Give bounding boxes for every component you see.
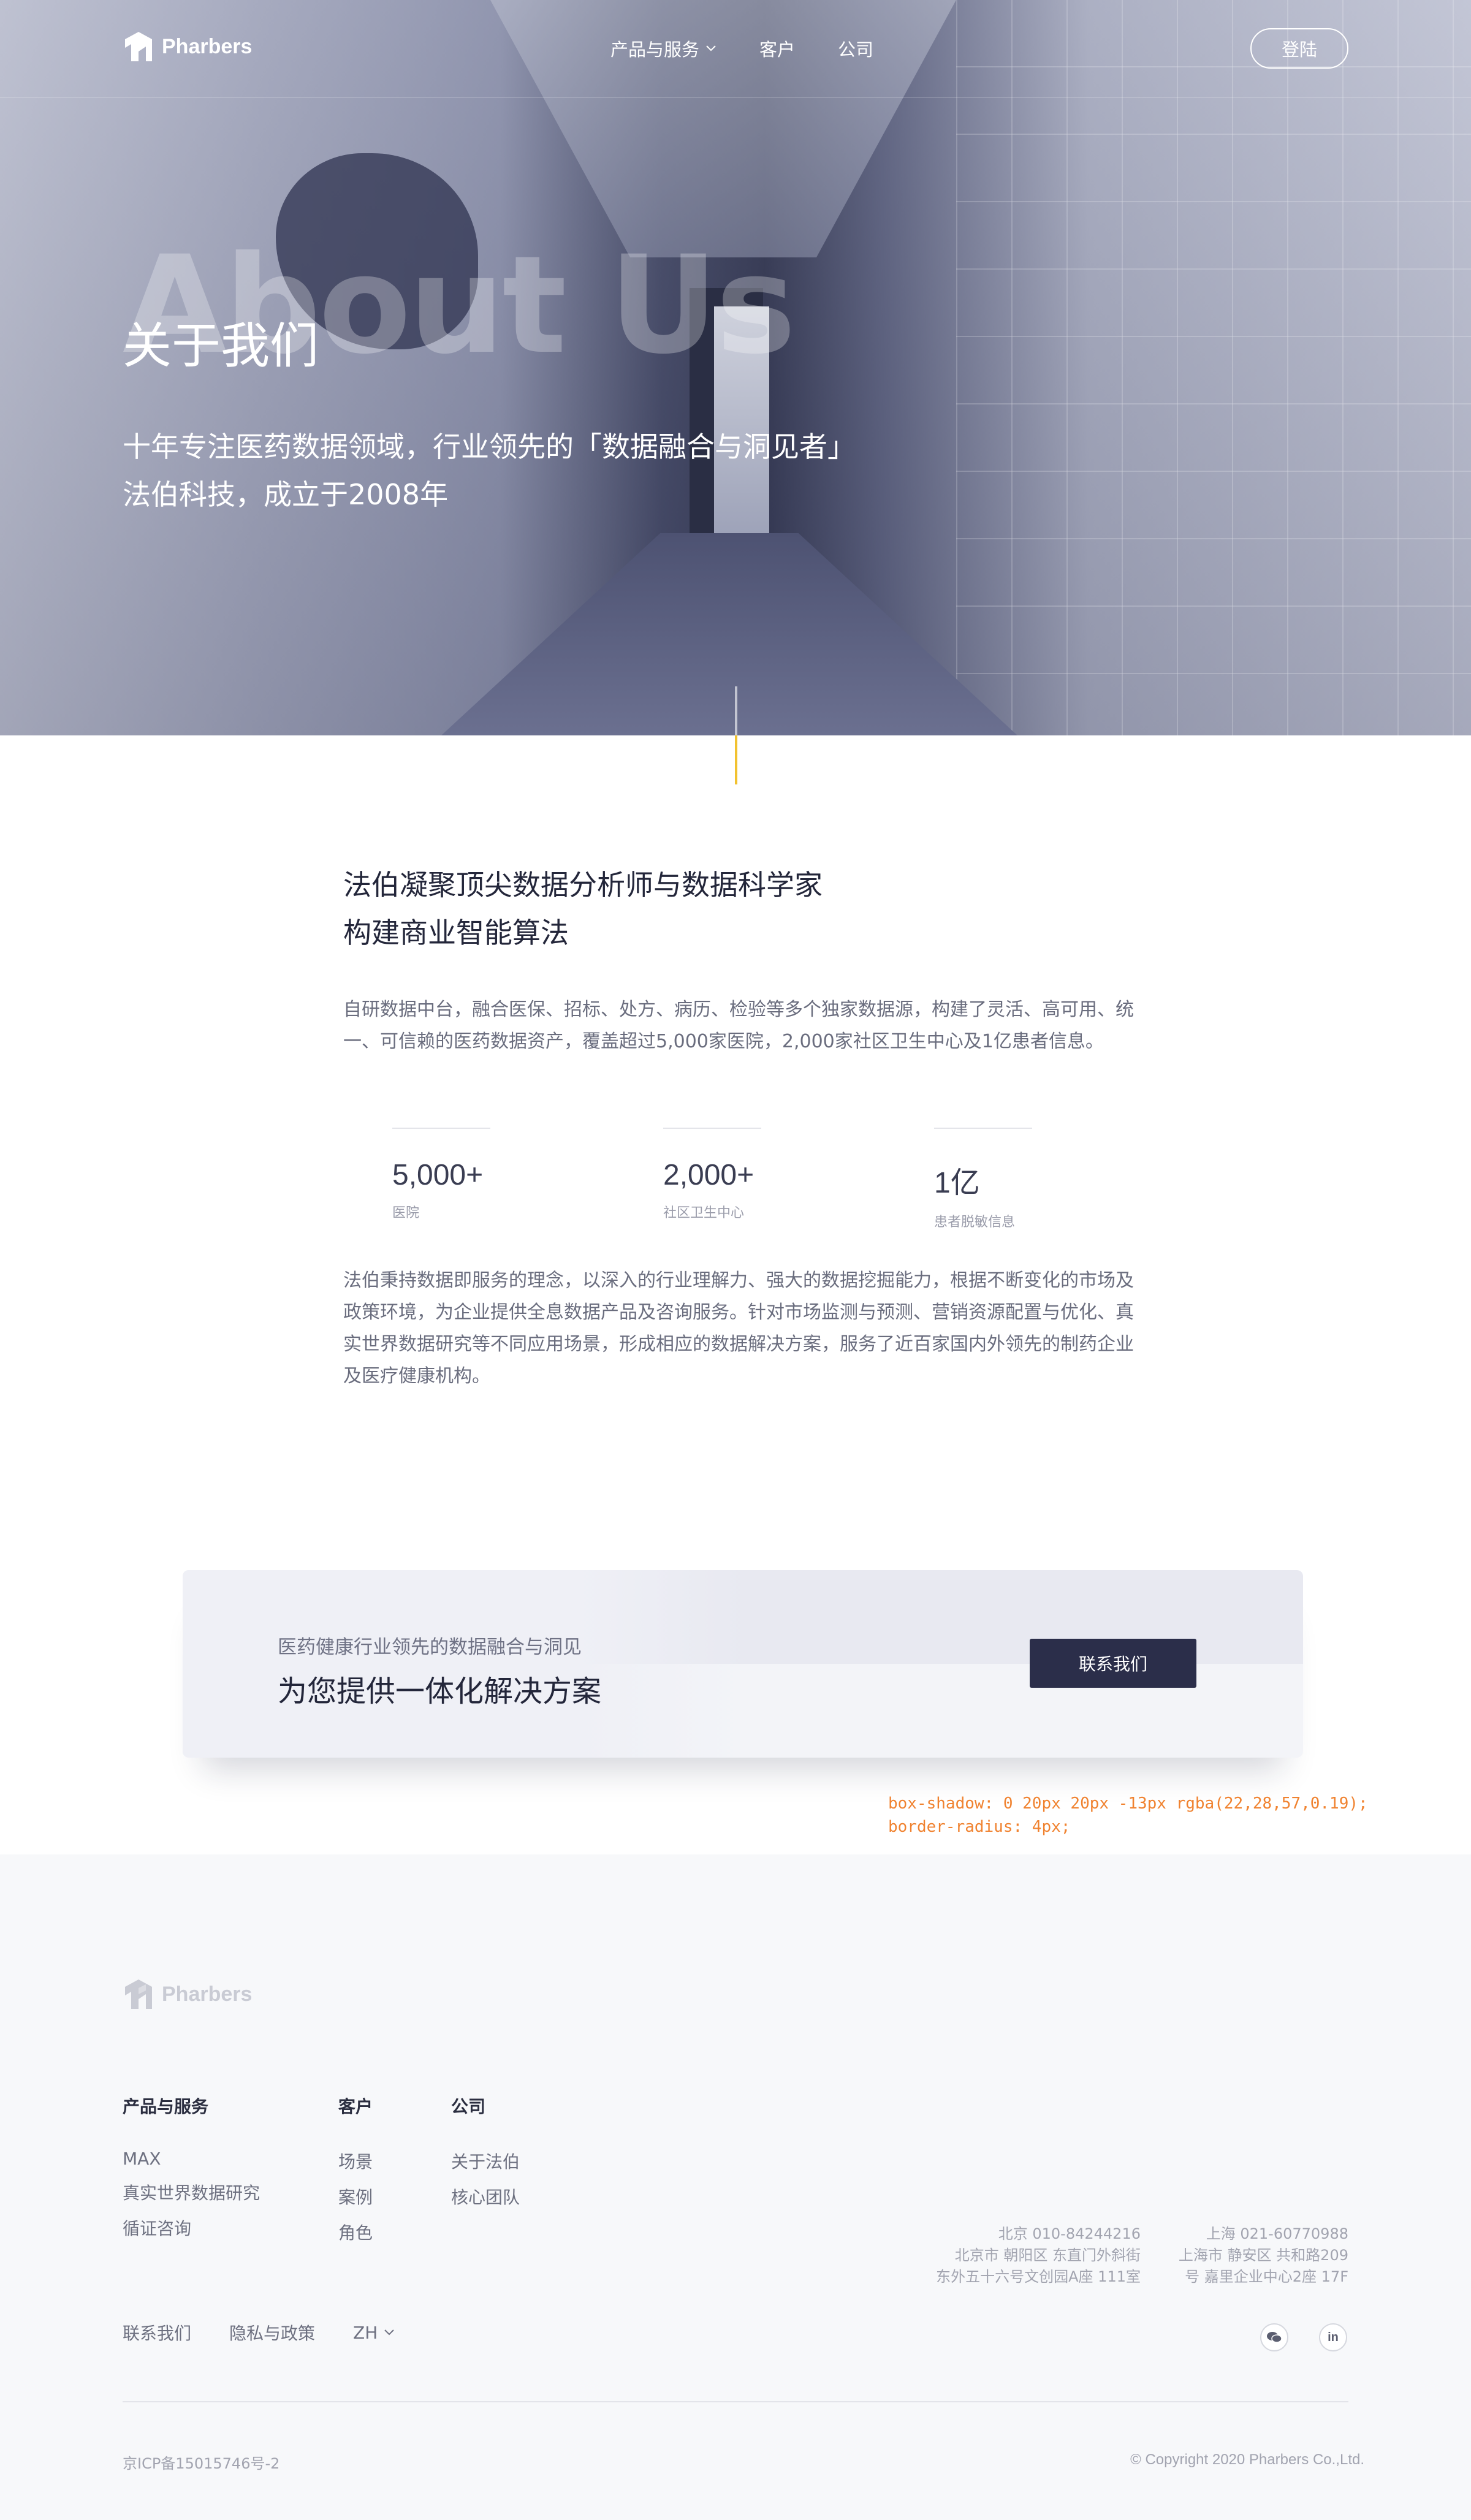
footer-column-products: 产品与服务 MAX 真实世界数据研究 循证咨询 <box>123 2093 260 2251</box>
contact-us-button[interactable]: 联系我们 <box>1030 1639 1196 1688</box>
design-annotation: box-shadow: 0 20px 20px -13px rgba(22,28… <box>888 1792 1368 1839</box>
main-menu: 产品与服务 客户 公司 <box>610 36 873 61</box>
office-shanghai: 上海 021-60770988 上海市 静安区 共和路209 号 嘉里企业中心2… <box>1179 2223 1348 2288</box>
brand-logo[interactable]: Pharbers <box>123 29 252 64</box>
footer-column-clients: 客户 场景 案例 角色 <box>338 2093 373 2255</box>
footer-link-max[interactable]: MAX <box>123 2149 260 2169</box>
stat-value: 5,000+ <box>392 1159 484 1191</box>
footer-link-about[interactable]: 关于法伯 <box>451 2149 520 2173</box>
footer-column-heading: 公司 <box>451 2097 486 2117</box>
page-title: 关于我们 <box>123 317 319 374</box>
cta-headline: 为您提供一体化解决方案 <box>278 1674 602 1709</box>
footer-link-evidence[interactable]: 循证咨询 <box>123 2215 260 2240</box>
footer-divider <box>123 2401 1348 2402</box>
nav-item-products[interactable]: 产品与服务 <box>610 36 716 61</box>
about-paragraph-1: 自研数据中台，融合医保、招标、处方、病历、检验等多个独家数据源，构建了灵活、高可… <box>343 999 1134 1052</box>
office-address-line: 号 嘉里企业中心2座 17F <box>1185 2268 1348 2285</box>
footer-bottom-links: 联系我们 隐私与政策 ZH <box>123 2320 395 2345</box>
footer-column-heading: 客户 <box>338 2097 373 2117</box>
cta-background-gradient <box>183 1570 747 1758</box>
annotation-line2: border-radius: 4px; <box>888 1818 1071 1836</box>
linkedin-text: in <box>1328 2330 1339 2344</box>
chevron-down-icon <box>384 2329 394 2336</box>
copyright: © Copyright 2020 Pharbers Co.,Ltd. <box>1130 2451 1364 2468</box>
office-address-line: 东外五十六号文创园A座 111室 <box>936 2268 1141 2285</box>
annotation-line1: box-shadow: 0 20px 20px -13px rgba(22,28… <box>888 1794 1368 1813</box>
about-heading: 法伯凝聚顶尖数据分析师与数据科学家 构建商业智能算法 <box>343 861 823 957</box>
footer-contact-link[interactable]: 联系我们 <box>123 2320 191 2345</box>
hero-background-glass-wall <box>956 0 1471 735</box>
chevron-down-icon <box>706 45 716 51</box>
footer-link-rwd[interactable]: 真实世界数据研究 <box>123 2180 260 2204</box>
nav-item-clients[interactable]: 客户 <box>759 36 795 61</box>
hero-banner: About Us Pharbers 产品与服务 客户 公司 登陆 关于我们 十年… <box>0 0 1471 735</box>
hero-subtitle-line2: 法伯科技，成立于2008年 <box>123 478 449 511</box>
about-paragraph-2: 法伯秉持数据即服务的理念，以深入的行业理解力、强大的数据挖掘能力，根据不断变化的… <box>343 1270 1134 1387</box>
hero-subtitle-line1: 十年专注医药数据领域，行业领先的「数据融合与洞见者」 <box>123 430 856 463</box>
top-navigation: Pharbers 产品与服务 客户 公司 登陆 <box>0 0 1471 98</box>
footer-column-company: 公司 关于法伯 核心团队 <box>451 2093 520 2220</box>
footer-link-scenarios[interactable]: 场景 <box>338 2149 373 2173</box>
office-beijing: 北京 010-84244216 北京市 朝阳区 东直门外斜街 东外五十六号文创园… <box>936 2223 1141 2288</box>
stat-label: 患者脱敏信息 <box>934 1215 1016 1230</box>
stat-label: 社区卫生中心 <box>663 1205 745 1221</box>
stat-patients: 1亿 患者脱敏信息 <box>934 1128 1032 1231</box>
pharbers-logo-icon <box>125 32 152 61</box>
nav-item-clients-label: 客户 <box>759 39 796 60</box>
footer-column-heading: 产品与服务 <box>123 2097 209 2117</box>
footer-link-team[interactable]: 核心团队 <box>451 2184 520 2209</box>
nav-item-company-label: 公司 <box>838 39 874 60</box>
nav-item-products-label: 产品与服务 <box>610 39 700 60</box>
stat-community-centers: 2,000+ 社区卫生中心 <box>663 1128 761 1221</box>
hero-subtitle: 十年专注医药数据领域，行业领先的「数据融合与洞见者」 法伯科技，成立于2008年 <box>123 423 856 518</box>
cta-tagline: 医药健康行业领先的数据融合与洞见 <box>278 1636 582 1658</box>
office-phone: 北京 010-84244216 <box>998 2225 1141 2242</box>
footer-logo[interactable]: Pharbers <box>123 1977 252 2011</box>
language-label: ZH <box>353 2322 378 2343</box>
stat-label: 医院 <box>392 1205 420 1221</box>
cta-banner: 医药健康行业领先的数据融合与洞见 为您提供一体化解决方案 联系我们 <box>183 1570 1303 1758</box>
stat-value: 2,000+ <box>663 1159 755 1191</box>
stat-value: 1亿 <box>934 1167 980 1199</box>
pharbers-logo-icon <box>125 1979 152 2009</box>
stat-divider <box>934 1128 1032 1129</box>
footer-link-roles[interactable]: 角色 <box>338 2220 373 2244</box>
login-button[interactable]: 登陆 <box>1250 28 1348 69</box>
stat-hospitals: 5,000+ 医院 <box>392 1128 490 1221</box>
brand-name: Pharbers <box>162 34 253 58</box>
footer-privacy-link[interactable]: 隐私与政策 <box>229 2320 315 2345</box>
stats-row: 5,000+ 医院 2,000+ 社区卫生中心 1亿 患者脱敏信息 <box>392 1128 1079 1230</box>
stat-divider <box>392 1128 490 1129</box>
stat-divider <box>663 1128 761 1129</box>
language-selector[interactable]: ZH <box>353 2320 395 2345</box>
about-heading-line2: 构建商业智能算法 <box>343 916 569 949</box>
office-address-line: 北京市 朝阳区 东直门外斜街 <box>954 2247 1141 2264</box>
linkedin-icon[interactable]: in <box>1319 2323 1347 2351</box>
hero-background-floor <box>441 533 1017 735</box>
footer-brand-name: Pharbers <box>162 1982 253 2006</box>
wechat-icon[interactable] <box>1260 2323 1288 2351</box>
office-phone: 上海 021-60770988 <box>1206 2225 1348 2242</box>
icp-license[interactable]: 京ICP备15015746号-2 <box>123 2451 279 2473</box>
wechat-glyph-icon <box>1267 2332 1282 2343</box>
about-heading-line1: 法伯凝聚顶尖数据分析师与数据科学家 <box>343 868 823 901</box>
office-address-line: 上海市 静安区 共和路209 <box>1178 2247 1348 2264</box>
scroll-indicator-line <box>735 686 737 784</box>
nav-item-company[interactable]: 公司 <box>838 36 873 61</box>
footer-link-cases[interactable]: 案例 <box>338 2184 373 2209</box>
